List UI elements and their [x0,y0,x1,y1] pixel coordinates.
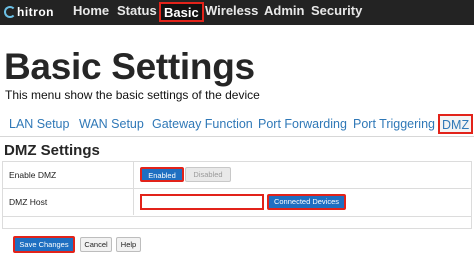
dmz-host-row: DMZ Host Connected Devices [3,189,471,216]
tab-port-forwarding[interactable]: Port Forwarding [258,115,347,135]
tab-lan-setup[interactable]: LAN Setup [9,115,69,135]
dmz-settings-form: Enable DMZ Enabled Disabled DMZ Host Con… [2,161,472,217]
form-footer-row [2,215,472,229]
nav-item-status[interactable]: Status [117,2,157,22]
tab-wan-setup[interactable]: WAN Setup [79,115,144,135]
dmz-host-input[interactable] [140,194,264,210]
nav-item-security[interactable]: Security [311,2,362,22]
tab-gateway-function[interactable]: Gateway Function [152,115,253,135]
nav-item-basic[interactable]: Basic [159,2,204,22]
brand-name: hitron [17,5,54,19]
tab-dmz[interactable]: DMZ [438,114,474,134]
dmz-host-label: DMZ Host [9,197,48,207]
enable-dmz-label: Enable DMZ [9,170,57,180]
top-nav-bar: hitron Home Status Basic Wireless Admin … [0,0,474,25]
tab-port-triggering[interactable]: Port Triggering [353,115,435,135]
section-title: DMZ Settings [4,142,100,159]
save-changes-button[interactable]: Save Changes [13,236,75,253]
column-divider [133,189,134,215]
nav-item-admin[interactable]: Admin [264,2,304,22]
cancel-button[interactable]: Cancel [80,237,112,252]
nav-item-home[interactable]: Home [73,2,109,22]
column-divider [133,162,134,188]
enabled-toggle-button[interactable]: Enabled [140,167,184,182]
help-button[interactable]: Help [116,237,141,252]
enable-dmz-row: Enable DMZ Enabled Disabled [3,162,471,189]
brand-logo[interactable]: hitron [4,3,54,21]
page-title: Basic Settings [4,46,255,87]
connected-devices-button[interactable]: Connected Devices [267,194,346,210]
hitron-logo-icon [4,6,16,18]
nav-item-wireless[interactable]: Wireless [205,2,258,22]
disabled-toggle-button[interactable]: Disabled [185,167,231,182]
page-description: This menu show the basic settings of the… [5,88,260,102]
settings-tabs: LAN Setup WAN Setup Gateway Function Por… [0,111,474,137]
